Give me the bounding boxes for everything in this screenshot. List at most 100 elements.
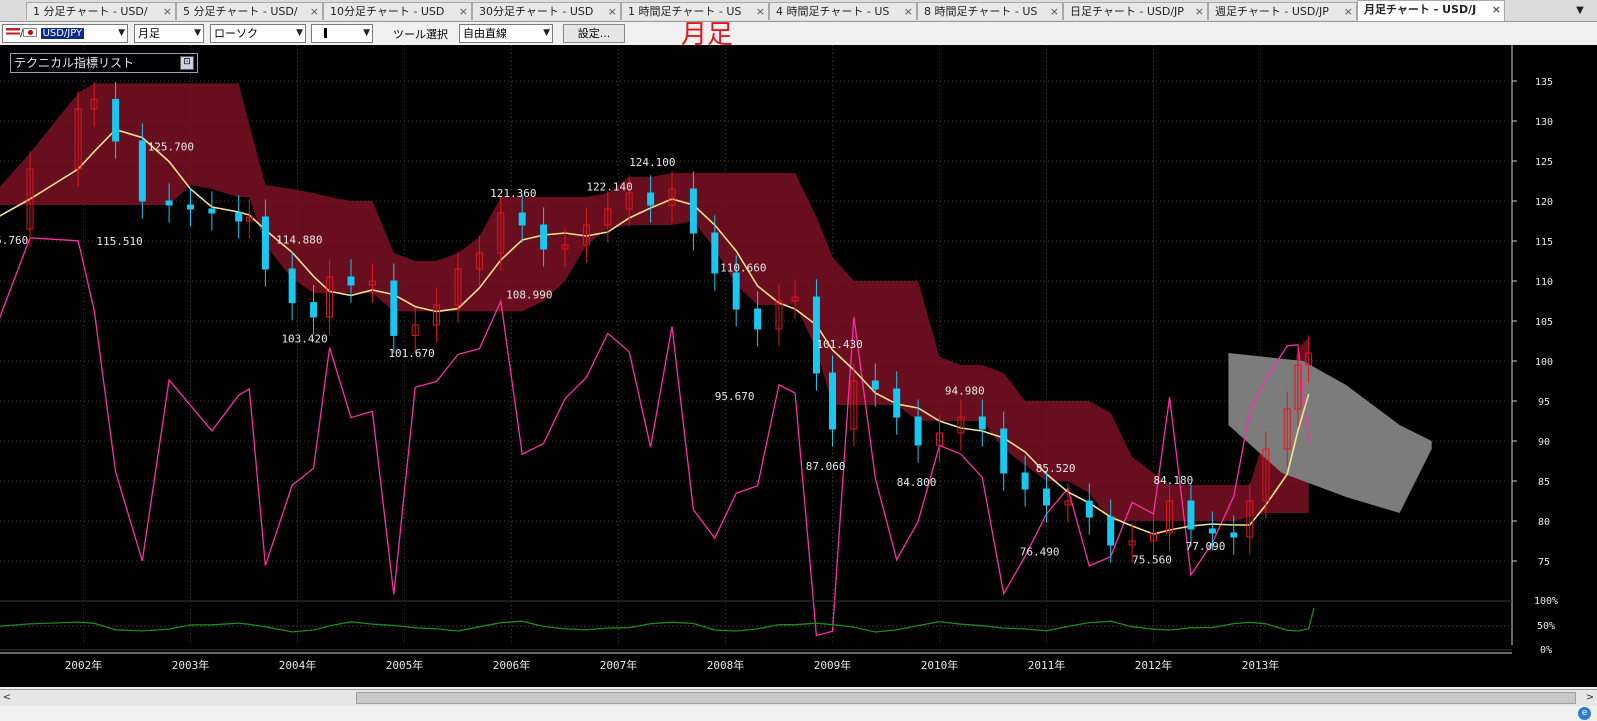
- price-annotation: 101.670: [388, 347, 434, 360]
- price-annotation: 76.490: [1020, 545, 1060, 558]
- candle-body: [711, 232, 719, 274]
- price-chart[interactable]: 115.760 115.510 125.700 114.880 103.420 101.6…: [0, 45, 1597, 687]
- y-axis-tick-label: 130: [1535, 117, 1553, 128]
- price-annotation: 77.090: [1186, 540, 1226, 553]
- close-tab-icon[interactable]: ×: [1344, 3, 1353, 20]
- candle-body: [112, 98, 120, 142]
- scroll-left-icon[interactable]: <: [0, 690, 14, 706]
- x-axis-tick-label: 2008年: [707, 658, 745, 672]
- candle-body: [1187, 500, 1195, 530]
- close-tab-icon[interactable]: ×: [904, 3, 913, 20]
- chevron-down-icon: ▼: [118, 28, 125, 38]
- tab-9[interactable]: 週足チャート - USD/JP ×: [1208, 2, 1357, 20]
- horizontal-scrollbar[interactable]: < >: [0, 689, 1597, 706]
- tab-6[interactable]: 4 時間足チャート - US ×: [769, 2, 917, 20]
- price-annotation: 110.660: [720, 261, 766, 274]
- y-axis-tick-label: 85: [1538, 477, 1550, 488]
- us-flag-icon: [6, 28, 20, 37]
- candle-body: [732, 272, 740, 310]
- tab-list-dropdown-icon[interactable]: ▼: [1567, 0, 1593, 21]
- tab-label: 週足チャート - USD/JP: [1215, 5, 1329, 18]
- x-axis-tick-label: 2005年: [386, 658, 424, 672]
- candle-body: [187, 204, 194, 210]
- candle-body: [871, 380, 879, 390]
- candle-body: [310, 302, 318, 318]
- chart-area[interactable]: 115.760 115.510 125.700 114.880 103.420 101.6…: [0, 45, 1597, 687]
- x-axis-tick-label: 2003年: [172, 658, 210, 672]
- osc-axis-label: 50%: [1537, 621, 1555, 632]
- y-axis-tick-label: 120: [1535, 197, 1553, 208]
- timeframe-select[interactable]: 月足 ▼: [134, 24, 204, 43]
- candlestick-icon: [324, 28, 327, 38]
- currency-pair-select[interactable]: / USD/JPY ▼: [2, 24, 128, 43]
- scroll-right-icon[interactable]: >: [1583, 690, 1597, 706]
- candle-body: [893, 388, 901, 418]
- price-annotation: 124.100: [629, 156, 675, 169]
- tool-select-label: ツール選択: [393, 28, 448, 41]
- tab-2[interactable]: 5 分足チャート - USD/ ×: [176, 2, 323, 20]
- candle-body: [978, 416, 986, 430]
- tab-label: 30分足チャート - USD: [479, 5, 594, 18]
- y-axis-tick-label: 115: [1535, 237, 1553, 248]
- x-axis-tick-label: 2010年: [921, 658, 959, 672]
- tab-3[interactable]: 10分足チャート - USD ×: [323, 2, 472, 20]
- y-axis-tick-label: 135: [1535, 77, 1553, 88]
- tab-label: 5 分足チャート - USD/: [183, 5, 298, 18]
- price-annotation: 75.560: [1132, 553, 1172, 566]
- price-annotation: 95.670: [715, 390, 755, 403]
- close-tab-icon[interactable]: ×: [1050, 3, 1059, 20]
- tab-1[interactable]: 1 分足チャート - USD/ ×: [26, 2, 176, 20]
- chart-style-select[interactable]: ローソク ▼: [210, 24, 306, 43]
- candle-body: [1043, 488, 1050, 506]
- x-axis-tick-label: 2002年: [65, 658, 103, 672]
- y-axis-tick-label: 105: [1535, 317, 1553, 328]
- maximize-icon[interactable]: ⊡: [180, 56, 194, 70]
- tab-7[interactable]: 8 時間足チャート - US ×: [917, 2, 1063, 20]
- candle-body: [689, 188, 697, 234]
- candle-body: [390, 280, 398, 336]
- close-tab-icon[interactable]: ×: [1492, 1, 1501, 19]
- close-tab-icon[interactable]: ×: [1195, 3, 1204, 20]
- x-axis-tick-label: 2004年: [279, 658, 317, 672]
- candle-icon-select[interactable]: ▼: [311, 24, 373, 43]
- candle-body: [754, 308, 762, 330]
- scroll-thumb[interactable]: [356, 692, 1576, 704]
- candle-body: [647, 192, 655, 206]
- tab-label: 1 分足チャート - USD/: [33, 5, 148, 18]
- settings-button[interactable]: 設定...: [563, 24, 625, 43]
- close-tab-icon[interactable]: ×: [163, 3, 172, 20]
- indicator-list-panel[interactable]: テクニカル指標リスト ⊡: [10, 53, 198, 73]
- chart-style-value: ローソク: [214, 27, 258, 40]
- tab-bar: 1 分足チャート - USD/× 5 分足チャート - USD/× 10分足チャート…: [0, 0, 1597, 22]
- timeframe-value: 月足: [138, 27, 160, 40]
- y-axis-tick-label: 90: [1538, 437, 1550, 448]
- osc-volume-line: [0, 607, 1315, 633]
- chevron-down-icon: ▼: [543, 28, 550, 38]
- candle-body: [208, 208, 216, 214]
- status-bar: e: [0, 706, 1597, 721]
- drawing-tool-select[interactable]: 自由直線 ▼: [459, 24, 553, 43]
- tab-label: 月足チャート - USD/J: [1364, 3, 1477, 16]
- y-axis-tick-label: 75: [1538, 557, 1550, 568]
- chevron-down-icon: ▼: [194, 28, 201, 38]
- tab-10[interactable]: 月足チャート - USD/J ×: [1357, 0, 1505, 21]
- close-tab-icon[interactable]: ×: [310, 3, 319, 20]
- x-axis-tick-label: 2012年: [1135, 658, 1173, 672]
- price-annotation: 101.430: [816, 338, 862, 351]
- jp-flag-icon: [23, 28, 38, 37]
- y-axis-tick-label: 125: [1535, 157, 1553, 168]
- indicator-list-label: テクニカル指標リスト: [14, 56, 135, 70]
- candle-body: [829, 372, 836, 430]
- close-tab-icon[interactable]: ×: [608, 3, 617, 20]
- price-annotation: 115.760: [0, 234, 28, 247]
- price-annotation: 94.980: [945, 385, 985, 398]
- tab-4[interactable]: 30分足チャート - USD ×: [472, 2, 621, 20]
- x-axis-tick-label: 2007年: [600, 658, 638, 672]
- tab-8[interactable]: 日足チャート - USD/JP ×: [1063, 2, 1208, 20]
- candle-body: [1000, 428, 1008, 474]
- candle-body: [261, 216, 269, 270]
- y-axis-tick-label: 95: [1538, 397, 1550, 408]
- close-tab-icon[interactable]: ×: [459, 3, 468, 20]
- close-tab-icon[interactable]: ×: [756, 3, 765, 20]
- x-axis-tick-label: 2006年: [493, 658, 531, 672]
